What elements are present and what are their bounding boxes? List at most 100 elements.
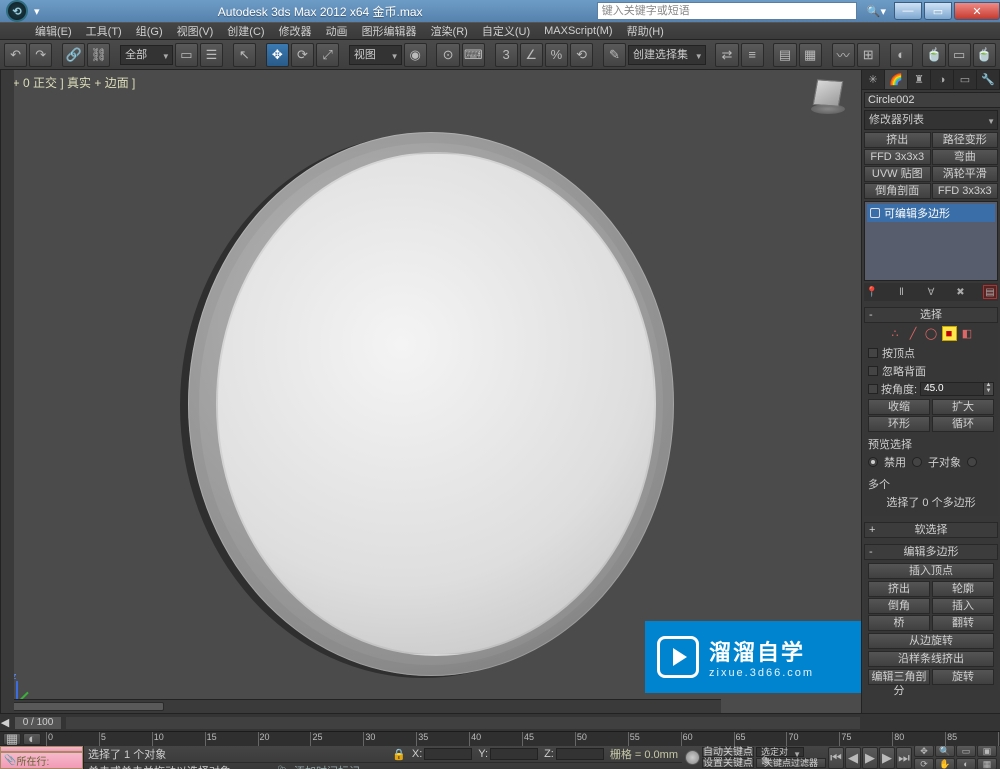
spinner-snap-button[interactable]: ⟲ xyxy=(570,43,593,67)
preset-turbosmooth[interactable]: 涡轮平滑 xyxy=(932,166,999,182)
extrude-along-spline-button[interactable]: 沿样条线挤出 xyxy=(868,651,994,667)
grow-button[interactable]: 扩大 xyxy=(932,399,994,415)
insert-vertex-button[interactable]: 插入顶点 xyxy=(868,563,994,579)
tab-display[interactable]: ▭ xyxy=(954,70,977,89)
redo-button[interactable]: ↷ xyxy=(29,43,52,67)
move-button[interactable]: ✥ xyxy=(266,43,289,67)
stack-item-editable-poly[interactable]: 可编辑多边形 xyxy=(867,204,995,222)
subobj-element-icon[interactable]: ◧ xyxy=(960,326,975,341)
menu-help[interactable]: 帮助(H) xyxy=(627,23,664,39)
preview-multi-radio[interactable] xyxy=(967,457,977,467)
tab-hierarchy[interactable]: ♜ xyxy=(908,70,931,89)
bevel-button[interactable]: 倒角 xyxy=(868,598,930,614)
nav-zoomall-button[interactable]: ▣ xyxy=(977,745,997,757)
select-object-button[interactable]: ▭ xyxy=(175,43,198,67)
remove-modifier-icon[interactable]: ✖ xyxy=(954,285,968,299)
menu-create[interactable]: 创建(C) xyxy=(227,23,264,39)
make-unique-icon[interactable]: ∀ xyxy=(924,285,938,299)
link-button[interactable]: 🔗 xyxy=(62,43,85,67)
preset-extrude[interactable]: 挤出 xyxy=(864,132,931,148)
undo-button[interactable]: ↶ xyxy=(4,43,27,67)
viewport-hscroll[interactable] xyxy=(0,699,721,713)
preset-uvw[interactable]: UVW 贴图 xyxy=(864,166,931,182)
hinge-button[interactable]: 从边旋转 xyxy=(868,633,994,649)
preset-ffd2[interactable]: FFD 3x3x3 xyxy=(932,183,999,199)
nav-roam-button[interactable]: ✋ xyxy=(935,758,955,769)
script-listener-bottom[interactable]: 📎所在行: xyxy=(0,752,83,769)
coord-z-input[interactable] xyxy=(556,748,604,760)
viewport-label[interactable]: [ + 0 正交 ] 真实 + 边面 ] xyxy=(6,74,135,91)
edit-named-sel-button[interactable]: ✎ xyxy=(603,43,626,67)
time-slider[interactable]: ◀ 0 / 100 xyxy=(0,713,1000,731)
goto-start-button[interactable]: ⏮ xyxy=(828,747,844,769)
preview-off-radio[interactable] xyxy=(868,457,878,467)
viewport[interactable]: [ + 0 正交 ] 真实 + 边面 ] zx 溜溜自学 zixue.3d66.… xyxy=(0,70,861,713)
keymode-dropdown[interactable]: 选定对象 xyxy=(756,747,804,757)
nav-zoom-button[interactable]: 🔍 xyxy=(935,745,955,757)
selection-filter-dropdown[interactable]: 全部 xyxy=(120,45,173,65)
subobj-polygon-icon[interactable]: ■ xyxy=(942,326,957,341)
curve-editor-button[interactable]: 〰 xyxy=(832,43,855,67)
modifier-stack[interactable]: 可编辑多边形 xyxy=(864,201,998,281)
nav-fov-button[interactable]: ▭ xyxy=(956,745,976,757)
nav-maximize-button[interactable]: ▦ xyxy=(977,758,997,769)
configure-sets-icon[interactable]: ▤ xyxy=(983,285,997,299)
menu-rendering[interactable]: 渲染(R) xyxy=(431,23,468,39)
pin-stack-icon[interactable]: 📍 xyxy=(865,285,879,299)
edit-tri-button[interactable]: 编辑三角剖分 xyxy=(868,669,930,685)
maximize-button[interactable]: ▭ xyxy=(924,2,952,20)
by-vertex-checkbox[interactable] xyxy=(868,348,878,358)
coord-x-input[interactable] xyxy=(424,748,472,760)
bridge-button[interactable]: 桥 xyxy=(868,615,930,631)
show-end-result-icon[interactable]: Ⅱ xyxy=(895,285,909,299)
track-bar[interactable]: ▦ ◐ 051015202530354045505560657075808590 xyxy=(0,731,1000,745)
material-editor-button[interactable]: ◐ xyxy=(890,43,913,67)
trackbar-ruler[interactable]: 051015202530354045505560657075808590 xyxy=(46,732,998,746)
rotate-button[interactable]: ⟳ xyxy=(291,43,314,67)
trackbar-toggle-icon[interactable]: ▦ xyxy=(3,733,21,745)
menu-grapheditors[interactable]: 图形编辑器 xyxy=(362,23,417,39)
named-selection-dropdown[interactable]: 创建选择集 xyxy=(628,45,706,65)
minimize-button[interactable]: — xyxy=(894,2,922,20)
subobj-border-icon[interactable]: ◯ xyxy=(924,326,939,341)
rollout-softsel-header[interactable]: +软选择 xyxy=(864,522,998,538)
nav-arc-button[interactable]: ◐ xyxy=(956,758,976,769)
extrude-button[interactable]: 挤出 xyxy=(868,581,930,597)
tab-modify[interactable]: 🌈 xyxy=(885,70,908,89)
schematic-button[interactable]: ⊞ xyxy=(857,43,880,67)
goto-end-button[interactable]: ⏭ xyxy=(896,747,912,769)
snap-toggle-button[interactable]: 3 xyxy=(495,43,518,67)
trackbar-key-icon[interactable]: ◐ xyxy=(23,733,41,745)
scale-button[interactable]: ⤢ xyxy=(316,43,339,67)
flip-button[interactable]: 翻转 xyxy=(932,615,994,631)
setkey-button[interactable]: 设置关键点 xyxy=(702,758,754,768)
add-time-tag[interactable]: 🏷 添加时间标记 xyxy=(277,763,360,769)
preview-subobj-radio[interactable] xyxy=(912,457,922,467)
loop-button[interactable]: 循环 xyxy=(932,416,994,432)
nav-pan-button[interactable]: ✥ xyxy=(914,745,934,757)
stack-visible-icon[interactable] xyxy=(870,208,880,218)
select-by-name-button[interactable]: ☰ xyxy=(200,43,223,67)
modifier-list-dropdown[interactable]: 修改器列表 xyxy=(864,110,998,130)
scene-object-coin[interactable] xyxy=(188,132,674,676)
ref-coord-dropdown[interactable]: 视图 xyxy=(349,45,402,65)
unlink-button[interactable]: ⛓ xyxy=(87,43,110,67)
menu-edit[interactable]: 编辑(E) xyxy=(35,23,72,39)
shrink-button[interactable]: 收缩 xyxy=(868,399,930,415)
prev-frame-button[interactable]: ◀ xyxy=(845,747,861,769)
viewcube[interactable] xyxy=(809,78,847,116)
menu-views[interactable]: 视图(V) xyxy=(177,23,214,39)
quick-access[interactable]: ▾ xyxy=(34,5,40,18)
by-angle-checkbox[interactable] xyxy=(868,384,878,394)
preset-pathdeform[interactable]: 路径变形 xyxy=(932,132,999,148)
preset-ffd1[interactable]: FFD 3x3x3 xyxy=(864,149,931,165)
graphite-button[interactable]: ▦ xyxy=(799,43,822,67)
menu-group[interactable]: 组(G) xyxy=(136,23,163,39)
menu-customize[interactable]: 自定义(U) xyxy=(482,23,530,39)
rollout-editpoly-header[interactable]: -编辑多边形 xyxy=(864,544,998,560)
subobj-vertex-icon[interactable]: ∴ xyxy=(888,326,903,341)
rendered-frame-button[interactable]: ▭ xyxy=(948,43,971,67)
lock-icon[interactable]: 🔒 xyxy=(392,748,406,761)
preset-bevelprofile[interactable]: 倒角剖面 xyxy=(864,183,931,199)
rollout-selection-header[interactable]: -选择 xyxy=(864,307,998,323)
